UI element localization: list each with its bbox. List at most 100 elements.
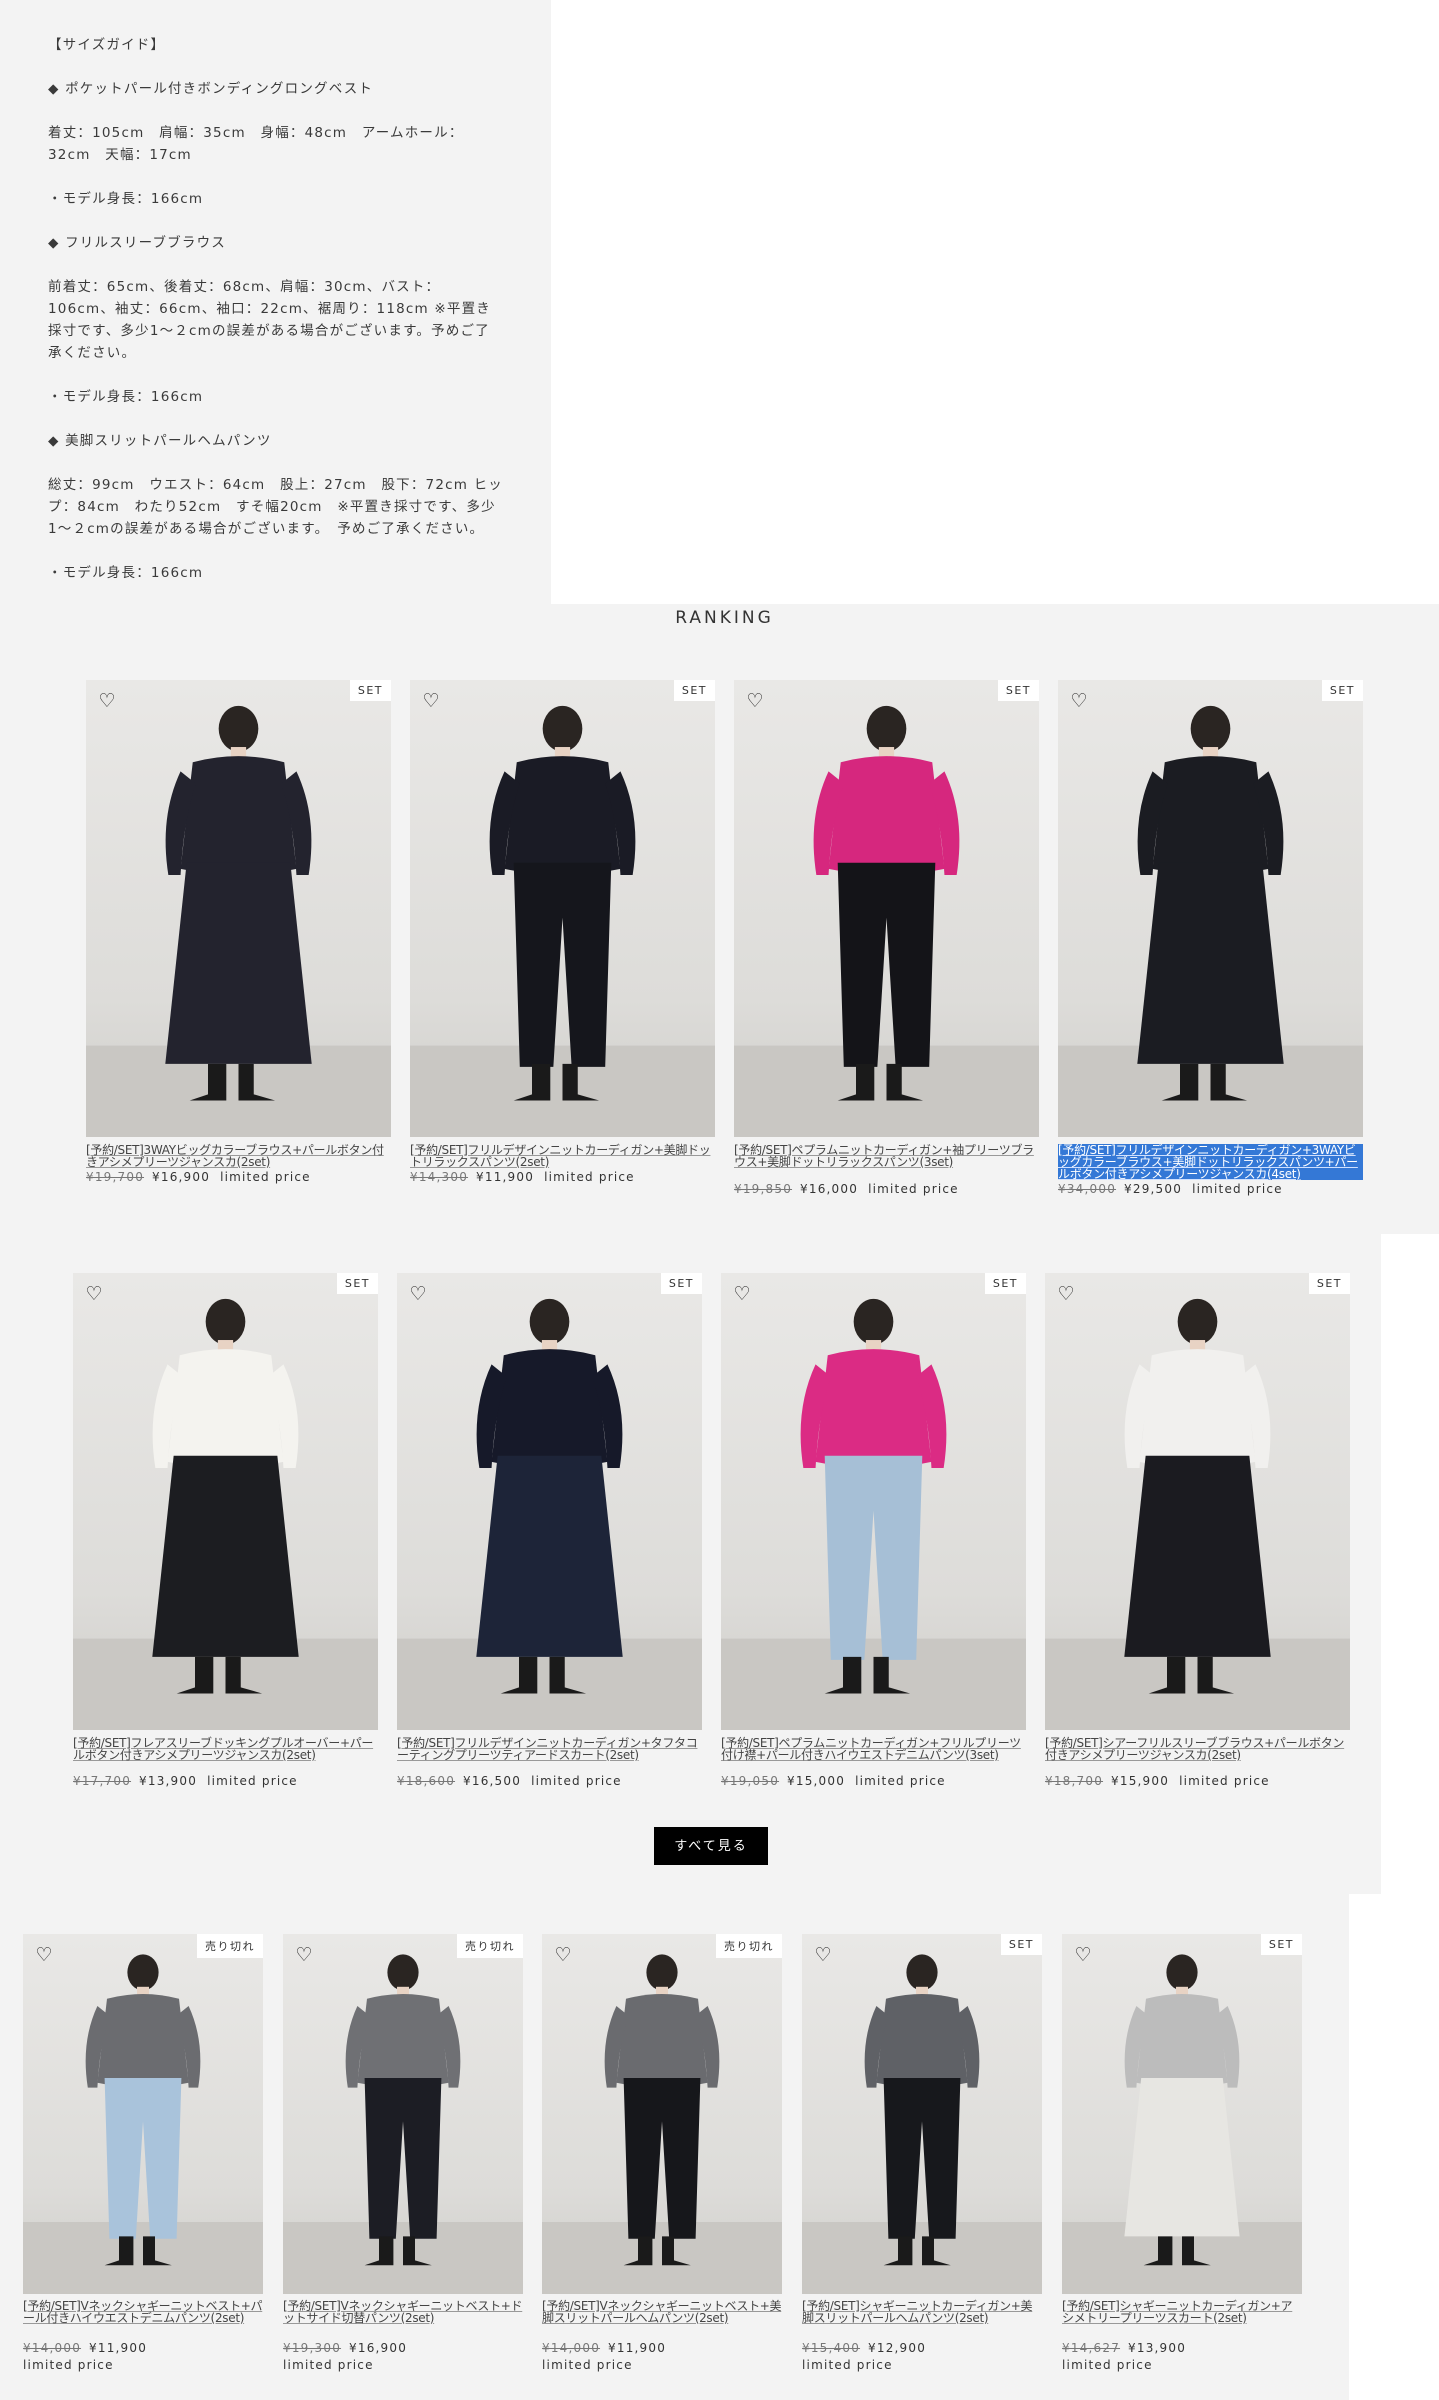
size-guide: 【サイズガイド】 ◆ ポケットパール付きボンディングロングベスト 着丈：105c… xyxy=(0,0,551,604)
product-photo-illustration xyxy=(721,1298,1026,1730)
product-name-link[interactable]: [予約/SET]ペプラムニットカーディガン+袖プリーツブラウス+美脚ドットリラッ… xyxy=(734,1144,1039,1168)
product-photo-illustration xyxy=(734,705,1039,1137)
product-image[interactable] xyxy=(734,680,1039,1137)
product-image[interactable] xyxy=(73,1273,378,1730)
product-image[interactable] xyxy=(86,680,391,1137)
product-image[interactable] xyxy=(721,1273,1026,1730)
product-image[interactable] xyxy=(283,1934,523,2294)
size-guide-line: 総丈：99cm ウエスト：64cm 股上：27cm 股下：72cm ヒップ：84… xyxy=(48,477,503,537)
product-badge: SET xyxy=(1321,680,1363,701)
product-price: ¥19,050 ¥15,000 limited price xyxy=(721,1774,1026,1788)
size-guide-title: 【サイズガイド】 xyxy=(48,37,166,53)
product-image[interactable] xyxy=(1058,680,1363,1137)
heart-icon[interactable]: ♡ xyxy=(1068,690,1090,712)
sale-price: ¥12,900 xyxy=(868,2341,927,2355)
limited-price-label: limited price xyxy=(868,1182,959,1196)
product-name-link[interactable]: [予約/SET]3WAYビッグカラーブラウス+パールボタン付きアシメプリーツジャ… xyxy=(86,1144,391,1168)
product-name-link[interactable]: [予約/SET]シャギーニットカーディガン+美脚スリットパールヘムパンツ(2se… xyxy=(802,2300,1042,2324)
heart-icon[interactable]: ♡ xyxy=(96,690,118,712)
limited-price-label: limited price xyxy=(531,1774,622,1788)
product-name-link[interactable]: [予約/SET]フリルデザインニットカーディガン+美脚ドットリラックスパンツ(2… xyxy=(410,1144,715,1168)
product-card[interactable]: ♡ SET [予約/SET]フリルデザインニットカーディガン+タフタコーティングプリ… xyxy=(397,1273,702,1798)
heart-icon[interactable]: ♡ xyxy=(407,1283,429,1305)
heart-icon[interactable]: ♡ xyxy=(812,1944,834,1966)
product-name-link[interactable]: [予約/SET]シアーフリルスリーブブラウス+パールボタン付きアシメプリーツジャ… xyxy=(1045,1737,1350,1761)
product-name-link[interactable]: [予約/SET]ペプラムニットカーディガン+フリルプリーツ付け襟+パール付きハイ… xyxy=(721,1737,1026,1761)
original-price: ¥14,627 xyxy=(1062,2341,1121,2355)
limited-price-label: limited price xyxy=(1062,2358,1153,2372)
product-price: ¥14,627 ¥13,900 limited price xyxy=(1062,2340,1302,2374)
product-image[interactable] xyxy=(23,1934,263,2294)
heart-icon[interactable]: ♡ xyxy=(1055,1283,1077,1305)
product-card[interactable]: ♡ SET [予約/SET]フレアスリーブドッキングプルオーバー+パールボタン付きア… xyxy=(73,1273,378,1798)
product-card[interactable]: ♡ SET [予約/SET]ペプラムニットカーディガン+フリルプリーツ付け襟+パール… xyxy=(721,1273,1026,1798)
product-name-link[interactable]: [予約/SET]Vネックシャギーニットベスト+ドットサイド切替パンツ(2set) xyxy=(283,2300,523,2324)
product-photo-illustration xyxy=(1062,1954,1302,2294)
size-guide-line: ・モデル身長：166cm xyxy=(48,565,204,581)
heart-icon[interactable]: ♡ xyxy=(731,1283,753,1305)
heart-icon[interactable]: ♡ xyxy=(33,1944,55,1966)
sale-price: ¥11,900 xyxy=(476,1170,535,1184)
heart-icon[interactable]: ♡ xyxy=(83,1283,105,1305)
product-price: ¥14,000 ¥11,900 limited price xyxy=(542,2340,782,2374)
sale-price: ¥13,900 xyxy=(1128,2341,1187,2355)
product-card[interactable]: ♡ 売り切れ [予約/SET]Vネックシャギーニットベスト+パール付きハイウエストデ… xyxy=(23,1934,263,2372)
product-name-link[interactable]: [予約/SET]Vネックシャギーニットベスト+パール付きハイウエストデニムパンツ… xyxy=(23,2300,263,2324)
product-card[interactable]: ♡ SET [予約/SET]シャギーニットカーディガン+美脚スリットパールヘムパンツ… xyxy=(802,1934,1042,2372)
original-price: ¥19,050 xyxy=(721,1774,780,1788)
size-guide-line: ・モデル身長：166cm xyxy=(48,191,204,207)
product-photo-illustration xyxy=(802,1954,1042,2294)
product-card[interactable]: ♡ SET [予約/SET]シャギーニットカーディガン+アシメトリープリーツスカート… xyxy=(1062,1934,1302,2372)
product-badge: SET xyxy=(1308,1273,1350,1294)
product-badge: 売り切れ xyxy=(716,1934,782,1958)
product-price: ¥17,700 ¥13,900 limited price xyxy=(73,1774,378,1788)
product-image[interactable] xyxy=(542,1934,782,2294)
limited-price-label: limited price xyxy=(542,2358,633,2372)
product-badge: SET xyxy=(1000,1934,1042,1955)
product-image[interactable] xyxy=(1045,1273,1350,1730)
product-card[interactable]: ♡ 売り切れ [予約/SET]Vネックシャギーニットベスト+美脚スリットパールヘムパ… xyxy=(542,1934,782,2372)
product-card[interactable]: ♡ SET [予約/SET]ペプラムニットカーディガン+袖プリーツブラウス+美脚ドッ… xyxy=(734,680,1039,1196)
product-card[interactable]: ♡ SET [予約/SET]3WAYビッグカラーブラウス+パールボタン付きアシメプリ… xyxy=(86,680,391,1194)
product-badge: SET xyxy=(349,680,391,701)
product-photo-illustration xyxy=(283,1954,523,2294)
limited-price-label: limited price xyxy=(220,1170,311,1184)
product-name-link[interactable]: [予約/SET]フリルデザインニットカーディガン+タフタコーティングプリーツティ… xyxy=(397,1737,702,1761)
original-price: ¥18,600 xyxy=(397,1774,456,1788)
product-card[interactable]: ♡ SET [予約/SET]フリルデザインニットカーディガン+3WAYビッグカラーブ… xyxy=(1058,680,1363,1196)
see-all-button[interactable]: すべて見る xyxy=(654,1827,768,1865)
sale-price: ¥11,900 xyxy=(608,2341,667,2355)
product-image[interactable] xyxy=(397,1273,702,1730)
size-guide-line: ◆ ポケットパール付きボンディングロングベスト xyxy=(48,81,374,97)
product-price: ¥19,700 ¥16,900 limited price xyxy=(86,1170,391,1184)
product-image[interactable] xyxy=(802,1934,1042,2294)
product-badge: SET xyxy=(336,1273,378,1294)
product-name-link[interactable]: [予約/SET]Vネックシャギーニットベスト+美脚スリットパールヘムパンツ(2s… xyxy=(542,2300,782,2324)
limited-price-label: limited price xyxy=(544,1170,635,1184)
product-name-link[interactable]: [予約/SET]フリルデザインニットカーディガン+3WAYビッグカラーブラウス+… xyxy=(1058,1144,1363,1180)
product-price: ¥19,850 ¥16,000 limited price xyxy=(734,1182,1039,1196)
sale-price: ¥16,500 xyxy=(463,1774,522,1788)
heart-icon[interactable]: ♡ xyxy=(744,690,766,712)
heart-icon[interactable]: ♡ xyxy=(420,690,442,712)
product-name-link[interactable]: [予約/SET]フレアスリーブドッキングプルオーバー+パールボタン付きアシメプリ… xyxy=(73,1737,378,1761)
original-price: ¥17,700 xyxy=(73,1774,132,1788)
product-card[interactable]: ♡ SET [予約/SET]フリルデザインニットカーディガン+美脚ドットリラックスパ… xyxy=(410,680,715,1194)
product-image[interactable] xyxy=(410,680,715,1137)
heart-icon[interactable]: ♡ xyxy=(293,1944,315,1966)
product-photo-illustration xyxy=(23,1954,263,2294)
product-photo-illustration xyxy=(86,705,391,1137)
product-card[interactable]: ♡ SET [予約/SET]シアーフリルスリーブブラウス+パールボタン付きアシメプリ… xyxy=(1045,1273,1350,1798)
heart-icon[interactable]: ♡ xyxy=(552,1944,574,1966)
product-photo-illustration xyxy=(1058,705,1363,1137)
heart-icon[interactable]: ♡ xyxy=(1072,1944,1094,1966)
size-guide-line: ・モデル身長：166cm xyxy=(48,389,204,405)
original-price: ¥19,300 xyxy=(283,2341,342,2355)
product-badge: SET xyxy=(1260,1934,1302,1955)
product-card[interactable]: ♡ 売り切れ [予約/SET]Vネックシャギーニットベスト+ドットサイド切替パンツ(… xyxy=(283,1934,523,2372)
sale-price: ¥15,900 xyxy=(1111,1774,1170,1788)
product-name-link[interactable]: [予約/SET]シャギーニットカーディガン+アシメトリープリーツスカート(2se… xyxy=(1062,2300,1302,2324)
limited-price-label: limited price xyxy=(855,1774,946,1788)
limited-price-label: limited price xyxy=(283,2358,374,2372)
product-image[interactable] xyxy=(1062,1934,1302,2294)
